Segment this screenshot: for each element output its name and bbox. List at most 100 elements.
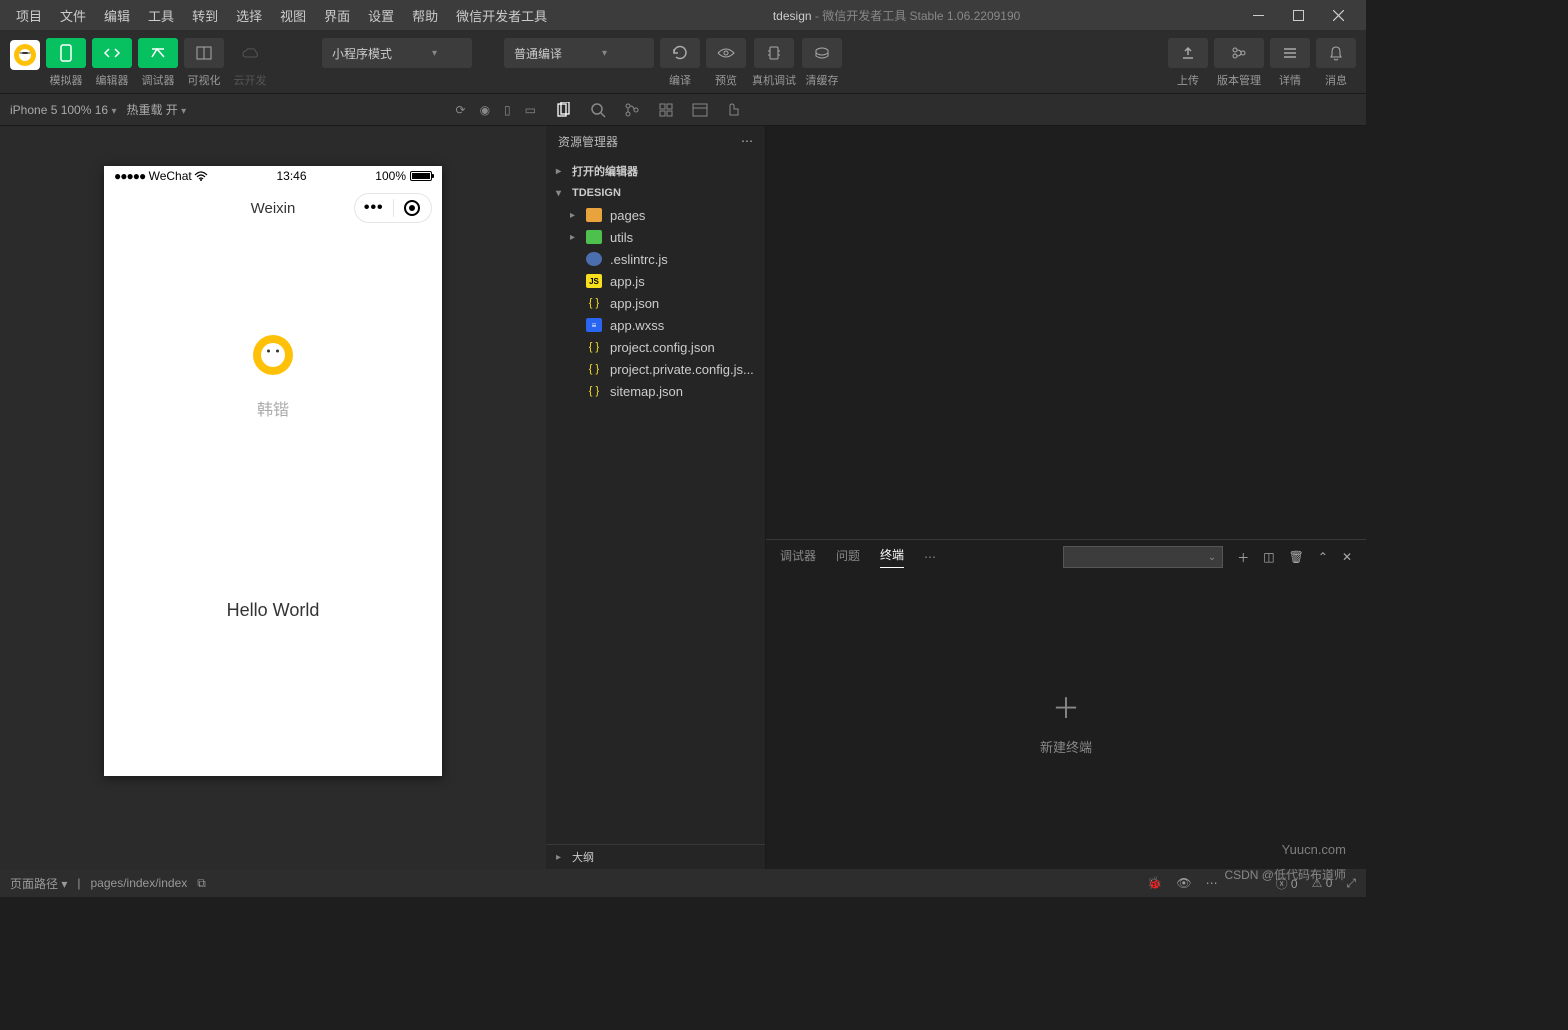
file-item[interactable]: { }project.config.json bbox=[546, 336, 765, 358]
tab-problems[interactable]: 问题 bbox=[836, 547, 860, 568]
compile-label: 编译 bbox=[669, 72, 691, 88]
window-controls bbox=[1238, 0, 1358, 30]
explorer-icon[interactable] bbox=[556, 102, 572, 118]
folder-item[interactable]: ▸pages bbox=[546, 204, 765, 226]
detail-label: 详情 bbox=[1279, 72, 1301, 88]
menu-item[interactable]: 帮助 bbox=[404, 2, 446, 29]
record-icon[interactable]: ◉ bbox=[480, 103, 490, 117]
more-icon[interactable]: ⋯ bbox=[741, 134, 753, 148]
close-button[interactable] bbox=[1318, 0, 1358, 30]
editor-button[interactable] bbox=[92, 38, 132, 68]
file-icon: JS bbox=[586, 274, 602, 288]
clear-cache-button[interactable] bbox=[802, 38, 842, 68]
title-bar: 项目文件编辑工具转到选择视图界面设置帮助微信开发者工具 tdesign - 微信… bbox=[0, 0, 1366, 30]
file-tree: ▸打开的编辑器 ▾TDESIGN ▸pages▸utils.eslintrc.j… bbox=[546, 156, 765, 406]
wifi-icon bbox=[194, 171, 208, 181]
split-icon[interactable]: ◫ bbox=[1263, 550, 1274, 564]
chevron-down-icon: ▾ bbox=[432, 48, 437, 59]
clear-cache-label: 清缓存 bbox=[806, 72, 839, 88]
cloud-button[interactable] bbox=[230, 38, 270, 68]
compile-button[interactable] bbox=[660, 38, 700, 68]
phone-nav-bar: Weixin ••• bbox=[104, 186, 442, 230]
editor-content[interactable] bbox=[766, 126, 1366, 539]
real-debug-label: 真机调试 bbox=[752, 72, 796, 88]
terminal-select[interactable]: ⌄ bbox=[1063, 546, 1223, 568]
extensions-icon[interactable] bbox=[658, 102, 674, 118]
menu-item[interactable]: 微信开发者工具 bbox=[448, 2, 555, 29]
copy-icon[interactable]: ⧉ bbox=[197, 876, 206, 891]
project-section[interactable]: ▾TDESIGN bbox=[546, 182, 765, 204]
mode-select[interactable]: 小程序模式▾ bbox=[322, 38, 472, 68]
file-item[interactable]: { }app.json bbox=[546, 292, 765, 314]
file-item[interactable]: { }project.private.config.js... bbox=[546, 358, 765, 380]
device-select[interactable]: iPhone 5 100% 16 ▾ bbox=[10, 103, 116, 117]
debugger-button[interactable] bbox=[138, 38, 178, 68]
menu-item[interactable]: 工具 bbox=[140, 2, 182, 29]
menu-item[interactable]: 项目 bbox=[8, 2, 50, 29]
upload-button[interactable] bbox=[1168, 38, 1208, 68]
open-editors-section[interactable]: ▸打开的编辑器 bbox=[546, 160, 765, 182]
file-item[interactable]: JSapp.js bbox=[546, 270, 765, 292]
version-button[interactable] bbox=[1214, 38, 1264, 68]
tab-terminal[interactable]: 终端 bbox=[880, 546, 904, 568]
maximize-button[interactable] bbox=[1278, 0, 1318, 30]
layout-icon[interactable] bbox=[692, 103, 708, 117]
hotreload-toggle[interactable]: 热重载 开 ▾ bbox=[126, 101, 186, 118]
file-name: app.wxss bbox=[610, 318, 664, 333]
chevron-down-icon: ▾ bbox=[602, 48, 607, 59]
file-icon bbox=[586, 208, 602, 222]
tab-debugger[interactable]: 调试器 bbox=[780, 547, 816, 568]
capsule-close-button[interactable] bbox=[394, 200, 432, 216]
menu-item[interactable]: 文件 bbox=[52, 2, 94, 29]
file-item[interactable]: .eslintrc.js bbox=[546, 248, 765, 270]
close-panel-icon[interactable]: ✕ bbox=[1342, 550, 1352, 564]
visualize-label: 可视化 bbox=[188, 72, 221, 88]
compile-select[interactable]: 普通编译▾ bbox=[504, 38, 654, 68]
menu-item[interactable]: 设置 bbox=[360, 2, 402, 29]
menu-item[interactable]: 界面 bbox=[316, 2, 358, 29]
menu-bar: 项目文件编辑工具转到选择视图界面设置帮助微信开发者工具 bbox=[8, 2, 555, 29]
page-path-label: 页面路径 ▾ bbox=[10, 875, 67, 892]
git-icon[interactable] bbox=[624, 102, 640, 118]
more-icon[interactable]: ⋯ bbox=[924, 550, 936, 564]
plugin-icon[interactable] bbox=[726, 103, 742, 117]
new-terminal-icon[interactable]: ＋ bbox=[1237, 549, 1249, 566]
target-icon bbox=[404, 200, 420, 216]
panel-tabs: 调试器 问题 终端 ⋯ ⌄ ＋ ◫ 🗑 ⌃ ✕ bbox=[766, 540, 1366, 574]
search-icon[interactable] bbox=[590, 102, 606, 118]
refresh-icon[interactable]: ⟳ bbox=[456, 103, 466, 117]
messages-button[interactable] bbox=[1316, 38, 1356, 68]
more-icon[interactable]: ⋯ bbox=[1206, 876, 1218, 890]
expand-icon[interactable]: ⤢ bbox=[1346, 876, 1356, 891]
menu-item[interactable]: 视图 bbox=[272, 2, 314, 29]
phone-status-bar: ●●●●● WeChat 13:46 100% bbox=[104, 166, 442, 186]
capsule-menu-button[interactable]: ••• bbox=[355, 199, 393, 217]
menu-item[interactable]: 编辑 bbox=[96, 2, 138, 29]
status-bar: 页面路径 ▾ | pages/index/index ⧉ 🐞 👁 ⋯ ⓧ 0 ⚠… bbox=[0, 869, 1366, 897]
tablet-icon[interactable]: ▭ bbox=[525, 103, 536, 117]
terminal-body[interactable]: ＋ 新建终端 bbox=[766, 574, 1366, 869]
bug-icon[interactable]: 🐞 bbox=[1147, 876, 1162, 890]
editor-pane: 资源管理器 ⋯ ▸打开的编辑器 ▾TDESIGN ▸pages▸utils.es… bbox=[546, 94, 1366, 869]
visualize-button[interactable] bbox=[184, 38, 224, 68]
file-item[interactable]: ≡app.wxss bbox=[546, 314, 765, 336]
file-icon: { } bbox=[586, 384, 602, 398]
outline-section[interactable]: ▸大纲 bbox=[546, 844, 765, 869]
minimize-button[interactable] bbox=[1238, 0, 1278, 30]
preview-button[interactable] bbox=[706, 38, 746, 68]
real-debug-button[interactable] bbox=[754, 38, 794, 68]
simulator-button[interactable] bbox=[46, 38, 86, 68]
phone-icon[interactable]: ▯ bbox=[504, 103, 511, 117]
file-name: pages bbox=[610, 208, 645, 223]
trash-icon[interactable]: 🗑 bbox=[1289, 550, 1304, 564]
menu-item[interactable]: 选择 bbox=[228, 2, 270, 29]
editor-body: 资源管理器 ⋯ ▸打开的编辑器 ▾TDESIGN ▸pages▸utils.es… bbox=[546, 126, 1366, 869]
menu-item[interactable]: 转到 bbox=[184, 2, 226, 29]
chevron-up-icon[interactable]: ⌃ bbox=[1318, 550, 1328, 564]
upload-label: 上传 bbox=[1177, 72, 1199, 88]
eye-icon[interactable]: 👁 bbox=[1176, 876, 1191, 890]
page-path[interactable]: pages/index/index bbox=[91, 876, 188, 890]
detail-button[interactable] bbox=[1270, 38, 1310, 68]
file-item[interactable]: { }sitemap.json bbox=[546, 380, 765, 402]
folder-item[interactable]: ▸utils bbox=[546, 226, 765, 248]
